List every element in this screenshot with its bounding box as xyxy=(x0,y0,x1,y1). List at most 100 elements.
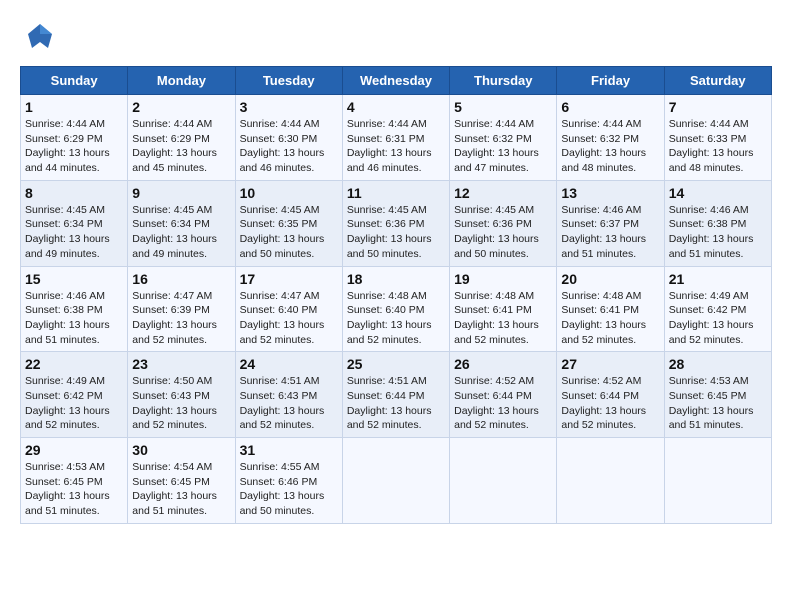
logo xyxy=(20,20,60,56)
header-cell-sunday: Sunday xyxy=(21,67,128,95)
calendar-cell: 16 Sunrise: 4:47 AMSunset: 6:39 PMDayligh… xyxy=(128,266,235,352)
calendar-cell: 17Sunrise: 4:47 AMSunset: 6:40 PMDayligh… xyxy=(235,266,342,352)
calendar-cell: 23Sunrise: 4:50 AMSunset: 6:43 PMDayligh… xyxy=(128,352,235,438)
day-number: 11 xyxy=(347,185,445,201)
day-number: 18 xyxy=(347,271,445,287)
day-number: 6 xyxy=(561,99,659,115)
calendar-cell: 25 Sunrise: 4:51 AMSunset: 6:44 PMDayligh… xyxy=(342,352,449,438)
day-number: 4 xyxy=(347,99,445,115)
header-cell-saturday: Saturday xyxy=(664,67,771,95)
calendar-table: SundayMondayTuesdayWednesdayThursdayFrid… xyxy=(20,66,772,524)
day-number: 25 xyxy=(347,356,445,372)
day-number: 7 xyxy=(669,99,767,115)
calendar-cell: 24 Sunrise: 4:51 AMSunset: 6:43 PMDayligh… xyxy=(235,352,342,438)
day-number: 13 xyxy=(561,185,659,201)
calendar-cell: 3 Sunrise: 4:44 AMSunset: 6:30 PMDaylight… xyxy=(235,95,342,181)
day-number: 5 xyxy=(454,99,552,115)
day-number: 31 xyxy=(240,442,338,458)
day-info: Sunrise: 4:48 AMSunset: 6:41 PMDaylight:… xyxy=(561,289,659,348)
week-row-2: 8Sunrise: 4:45 AMSunset: 6:34 PMDaylight… xyxy=(21,180,772,266)
day-number: 2 xyxy=(132,99,230,115)
day-info: Sunrise: 4:51 AMSunset: 6:43 PMDaylight:… xyxy=(240,374,338,433)
day-info: Sunrise: 4:44 AMSunset: 6:31 PMDaylight:… xyxy=(347,117,445,176)
calendar-cell: 5 Sunrise: 4:44 AMSunset: 6:32 PMDaylight… xyxy=(450,95,557,181)
logo-icon xyxy=(20,20,56,56)
day-number: 3 xyxy=(240,99,338,115)
day-number: 24 xyxy=(240,356,338,372)
calendar-cell: 31 Sunrise: 4:55 AMSunset: 6:46 PMDayligh… xyxy=(235,438,342,524)
calendar-cell: 30 Sunrise: 4:54 AMSunset: 6:45 PMDayligh… xyxy=(128,438,235,524)
day-info: Sunrise: 4:48 AMSunset: 6:40 PMDaylight:… xyxy=(347,289,445,348)
day-number: 20 xyxy=(561,271,659,287)
calendar-cell xyxy=(664,438,771,524)
calendar-cell: 13 Sunrise: 4:46 AMSunset: 6:37 PMDayligh… xyxy=(557,180,664,266)
day-info: Sunrise: 4:49 AMSunset: 6:42 PMDaylight:… xyxy=(669,289,767,348)
day-number: 21 xyxy=(669,271,767,287)
header-cell-friday: Friday xyxy=(557,67,664,95)
day-info: Sunrise: 4:49 AMSunset: 6:42 PMDaylight:… xyxy=(25,374,123,433)
day-number: 28 xyxy=(669,356,767,372)
day-info: Sunrise: 4:54 AMSunset: 6:45 PMDaylight:… xyxy=(132,460,230,519)
day-info: Sunrise: 4:45 AMSunset: 6:36 PMDaylight:… xyxy=(347,203,445,262)
day-info: Sunrise: 4:44 AMSunset: 6:30 PMDaylight:… xyxy=(240,117,338,176)
day-info: Sunrise: 4:55 AMSunset: 6:46 PMDaylight:… xyxy=(240,460,338,519)
day-info: Sunrise: 4:48 AMSunset: 6:41 PMDaylight:… xyxy=(454,289,552,348)
day-info: Sunrise: 4:44 AMSunset: 6:33 PMDaylight:… xyxy=(669,117,767,176)
calendar-cell: 14Sunrise: 4:46 AMSunset: 6:38 PMDayligh… xyxy=(664,180,771,266)
day-info: Sunrise: 4:53 AMSunset: 6:45 PMDaylight:… xyxy=(669,374,767,433)
calendar-cell: 4 Sunrise: 4:44 AMSunset: 6:31 PMDaylight… xyxy=(342,95,449,181)
day-number: 10 xyxy=(240,185,338,201)
calendar-cell: 29 Sunrise: 4:53 AMSunset: 6:45 PMDayligh… xyxy=(21,438,128,524)
day-info: Sunrise: 4:53 AMSunset: 6:45 PMDaylight:… xyxy=(25,460,123,519)
day-number: 19 xyxy=(454,271,552,287)
day-number: 17 xyxy=(240,271,338,287)
calendar-cell xyxy=(342,438,449,524)
calendar-cell: 11 Sunrise: 4:45 AMSunset: 6:36 PMDayligh… xyxy=(342,180,449,266)
day-info: Sunrise: 4:50 AMSunset: 6:43 PMDaylight:… xyxy=(132,374,230,433)
day-number: 26 xyxy=(454,356,552,372)
day-info: Sunrise: 4:44 AMSunset: 6:29 PMDaylight:… xyxy=(25,117,123,176)
day-number: 15 xyxy=(25,271,123,287)
day-info: Sunrise: 4:44 AMSunset: 6:32 PMDaylight:… xyxy=(454,117,552,176)
calendar-cell: 21 Sunrise: 4:49 AMSunset: 6:42 PMDayligh… xyxy=(664,266,771,352)
week-row-3: 15 Sunrise: 4:46 AMSunset: 6:38 PMDayligh… xyxy=(21,266,772,352)
calendar-cell: 26 Sunrise: 4:52 AMSunset: 6:44 PMDayligh… xyxy=(450,352,557,438)
calendar-cell: 9Sunrise: 4:45 AMSunset: 6:34 PMDaylight… xyxy=(128,180,235,266)
day-number: 1 xyxy=(25,99,123,115)
day-info: Sunrise: 4:52 AMSunset: 6:44 PMDaylight:… xyxy=(454,374,552,433)
calendar-cell: 22 Sunrise: 4:49 AMSunset: 6:42 PMDayligh… xyxy=(21,352,128,438)
header-cell-thursday: Thursday xyxy=(450,67,557,95)
week-row-4: 22 Sunrise: 4:49 AMSunset: 6:42 PMDayligh… xyxy=(21,352,772,438)
day-info: Sunrise: 4:44 AMSunset: 6:32 PMDaylight:… xyxy=(561,117,659,176)
day-info: Sunrise: 4:47 AMSunset: 6:39 PMDaylight:… xyxy=(132,289,230,348)
page-header xyxy=(20,20,772,56)
calendar-cell: 28 Sunrise: 4:53 AMSunset: 6:45 PMDayligh… xyxy=(664,352,771,438)
day-info: Sunrise: 4:52 AMSunset: 6:44 PMDaylight:… xyxy=(561,374,659,433)
day-number: 30 xyxy=(132,442,230,458)
day-number: 29 xyxy=(25,442,123,458)
day-number: 22 xyxy=(25,356,123,372)
calendar-cell: 1 Sunrise: 4:44 AMSunset: 6:29 PMDaylight… xyxy=(21,95,128,181)
header-cell-tuesday: Tuesday xyxy=(235,67,342,95)
day-info: Sunrise: 4:51 AMSunset: 6:44 PMDaylight:… xyxy=(347,374,445,433)
calendar-cell: 20 Sunrise: 4:48 AMSunset: 6:41 PMDayligh… xyxy=(557,266,664,352)
calendar-cell: 10 Sunrise: 4:45 AMSunset: 6:35 PMDayligh… xyxy=(235,180,342,266)
day-info: Sunrise: 4:46 AMSunset: 6:37 PMDaylight:… xyxy=(561,203,659,262)
day-info: Sunrise: 4:45 AMSunset: 6:36 PMDaylight:… xyxy=(454,203,552,262)
calendar-cell: 15 Sunrise: 4:46 AMSunset: 6:38 PMDayligh… xyxy=(21,266,128,352)
week-row-5: 29 Sunrise: 4:53 AMSunset: 6:45 PMDayligh… xyxy=(21,438,772,524)
day-number: 27 xyxy=(561,356,659,372)
calendar-cell: 2 Sunrise: 4:44 AMSunset: 6:29 PMDaylight… xyxy=(128,95,235,181)
day-info: Sunrise: 4:46 AMSunset: 6:38 PMDaylight:… xyxy=(669,203,767,262)
calendar-cell: 7 Sunrise: 4:44 AMSunset: 6:33 PMDaylight… xyxy=(664,95,771,181)
day-number: 16 xyxy=(132,271,230,287)
calendar-cell: 18 Sunrise: 4:48 AMSunset: 6:40 PMDayligh… xyxy=(342,266,449,352)
day-info: Sunrise: 4:45 AMSunset: 6:34 PMDaylight:… xyxy=(25,203,123,262)
calendar-cell: 8Sunrise: 4:45 AMSunset: 6:34 PMDaylight… xyxy=(21,180,128,266)
day-info: Sunrise: 4:44 AMSunset: 6:29 PMDaylight:… xyxy=(132,117,230,176)
week-row-1: 1 Sunrise: 4:44 AMSunset: 6:29 PMDaylight… xyxy=(21,95,772,181)
day-number: 9 xyxy=(132,185,230,201)
day-number: 12 xyxy=(454,185,552,201)
day-info: Sunrise: 4:46 AMSunset: 6:38 PMDaylight:… xyxy=(25,289,123,348)
day-info: Sunrise: 4:45 AMSunset: 6:35 PMDaylight:… xyxy=(240,203,338,262)
